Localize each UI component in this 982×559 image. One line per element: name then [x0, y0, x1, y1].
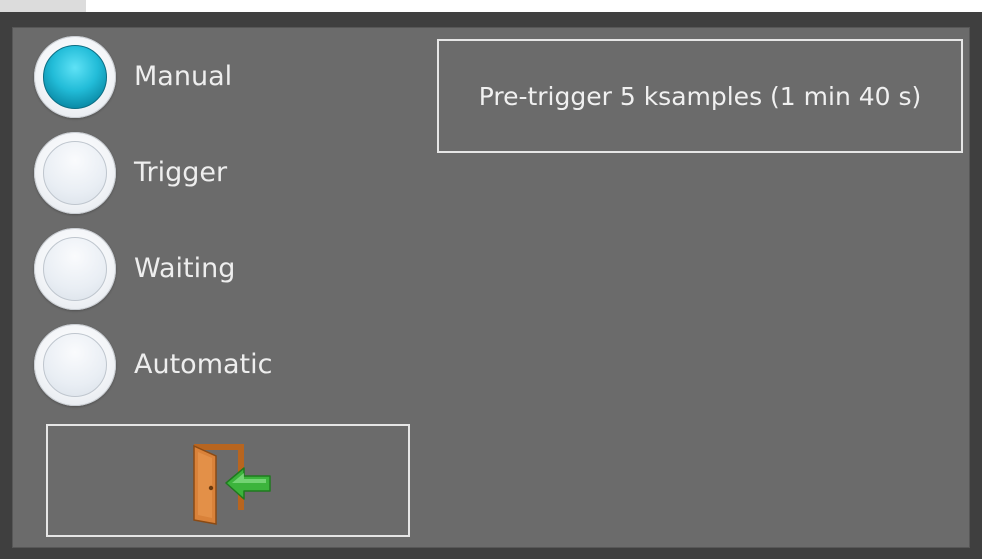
mode-option-label: Waiting — [134, 253, 236, 284]
radio-button[interactable] — [34, 132, 116, 214]
radio-indicator — [43, 333, 107, 397]
radio-button[interactable] — [34, 228, 116, 310]
radio-indicator — [43, 141, 107, 205]
window-top-edge — [0, 0, 982, 12]
radio-button[interactable] — [34, 324, 116, 406]
mode-option-label: Trigger — [134, 157, 228, 188]
app-window: Manual Trigger Waiting Automatic Pre-tri… — [0, 0, 982, 559]
mode-option-automatic[interactable]: Automatic — [34, 324, 414, 406]
mode-option-waiting[interactable]: Waiting — [34, 228, 414, 310]
pretrigger-status-text: Pre-trigger 5 ksamples (1 min 40 s) — [478, 81, 922, 111]
exit-button[interactable] — [46, 424, 410, 537]
radio-button[interactable] — [34, 36, 116, 118]
mode-option-trigger[interactable]: Trigger — [34, 132, 414, 214]
radio-indicator — [43, 237, 107, 301]
exit-door-icon — [193, 444, 271, 525]
mode-option-label: Manual — [134, 61, 233, 92]
mode-option-manual[interactable]: Manual — [34, 36, 414, 118]
window-tab — [0, 0, 86, 12]
mode-option-label: Automatic — [134, 349, 273, 380]
pretrigger-status-box: Pre-trigger 5 ksamples (1 min 40 s) — [437, 39, 963, 153]
radio-selected-indicator — [43, 45, 107, 109]
